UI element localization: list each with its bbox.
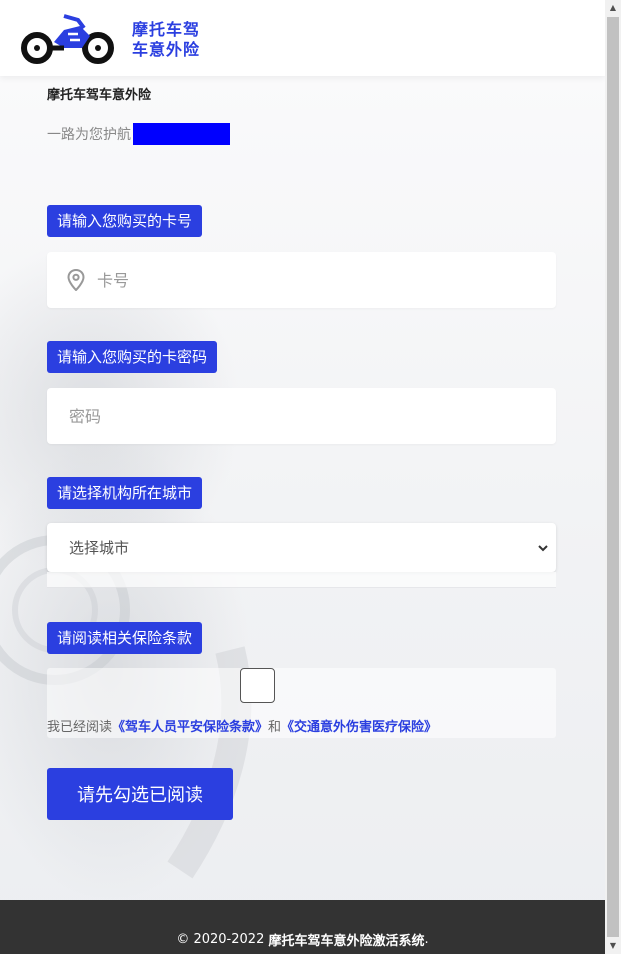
footer-copyright-suffix: . — [424, 931, 429, 947]
location-pin-icon — [67, 269, 85, 291]
city-label: 请选择机构所在城市 — [47, 477, 203, 509]
city-select[interactable]: 选择城市 — [47, 523, 556, 572]
scroll-down-arrow-icon[interactable]: ▼ — [605, 938, 621, 954]
page: 摩托车驾 车意外险 摩托车驾车意外险 一路为您护航 请输入您购买的卡号 请输入您… — [0, 0, 605, 954]
card-number-field[interactable] — [47, 252, 556, 308]
terms-text: 我已经阅读《驾车人员平安保险条款》和《交通意外伤害医疗保险》 — [47, 716, 437, 735]
chevron-down-icon — [538, 544, 548, 551]
terms-prefix: 我已经阅读 — [47, 720, 113, 735]
scroll-up-arrow-icon[interactable]: ▲ — [605, 0, 621, 16]
city-select-wrapper: 选择城市 — [47, 523, 556, 588]
highlight-block — [133, 123, 230, 145]
terms-label: 请阅读相关保险条款 — [47, 622, 203, 654]
card-number-label: 请输入您购买的卡号 — [47, 205, 203, 237]
card-password-label: 请输入您购买的卡密码 — [47, 341, 218, 373]
vertical-scrollbar[interactable]: ▲ ▼ — [605, 0, 621, 954]
footer-copyright-prefix: © 2020-2022 — [176, 931, 265, 947]
city-select-value: 选择城市 — [69, 539, 130, 557]
submit-button[interactable]: 请先勾选已阅读 — [47, 768, 233, 820]
scrollbar-thumb[interactable] — [607, 17, 619, 937]
logo-text-line1: 摩托车驾 — [132, 20, 201, 39]
city-select-underline — [47, 572, 556, 588]
card-password-field[interactable] — [47, 388, 556, 444]
site-footer: © 2020-2022 摩托车驾车意外险激活系统. — [0, 900, 605, 954]
page-title: 摩托车驾车意外险 — [47, 88, 152, 103]
card-password-input[interactable] — [69, 388, 556, 444]
footer-site-name: 摩托车驾车意外险激活系统 — [268, 933, 425, 949]
card-number-input[interactable] — [97, 252, 556, 308]
terms-link-driver-insurance[interactable]: 《驾车人员平安保险条款》 — [112, 720, 268, 735]
terms-agree-checkbox[interactable] — [240, 668, 275, 703]
logo-text-line2: 车意外险 — [132, 40, 201, 59]
logo-text[interactable]: 摩托车驾 车意外险 — [132, 20, 200, 60]
terms-and: 和 — [268, 720, 282, 735]
tagline-text: 一路为您护航 — [47, 127, 131, 143]
site-header: 摩托车驾 车意外险 — [0, 0, 605, 76]
motorcycle-logo-icon[interactable] — [20, 12, 116, 66]
tagline: 一路为您护航 — [47, 123, 230, 145]
terms-link-accident-medical[interactable]: 《交通意外伤害医疗保险》 — [281, 720, 437, 735]
